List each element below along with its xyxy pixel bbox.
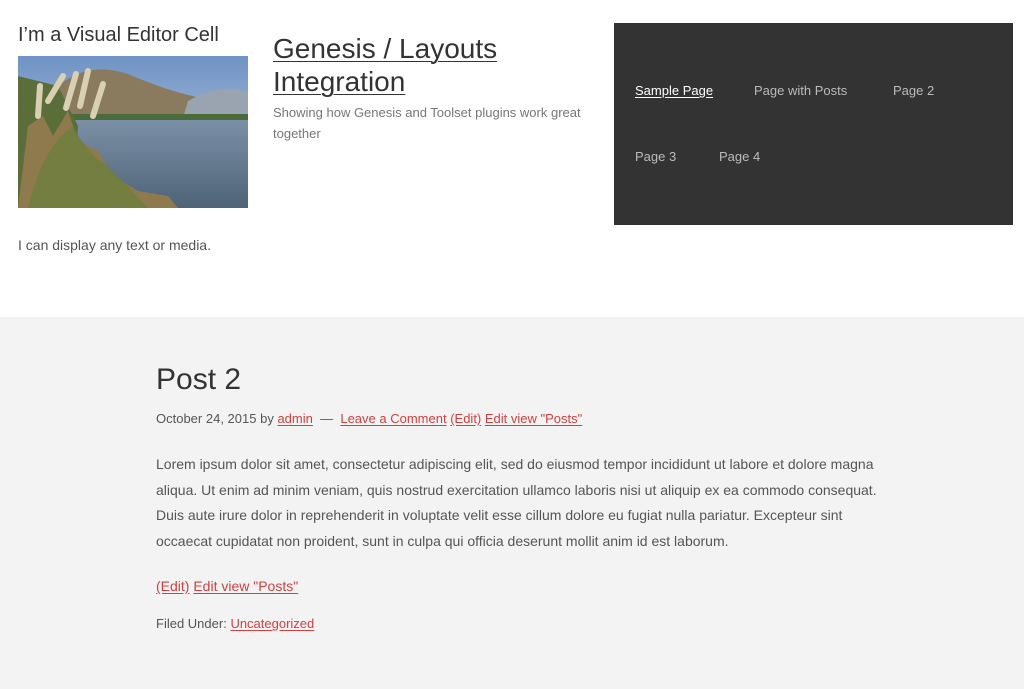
post-footer: Filed Under: Uncategorized bbox=[156, 616, 886, 631]
landscape-image bbox=[18, 56, 248, 208]
bottom-edit-view-posts-link[interactable]: Edit view "Posts" bbox=[193, 578, 298, 594]
site-description: Showing how Genesis and Toolset plugins … bbox=[273, 105, 581, 141]
nav-item-page-2[interactable]: Page 2 bbox=[893, 83, 934, 98]
post-date: October 24, 2015 bbox=[156, 411, 257, 426]
content-area: Post 2 October 24, 2015 by admin — Leave… bbox=[0, 317, 1024, 689]
site-branding: Genesis / Layouts Integration Showing ho… bbox=[273, 32, 603, 144]
leave-comment-link[interactable]: Leave a Comment bbox=[340, 411, 446, 426]
post-author-link[interactable]: admin bbox=[277, 411, 312, 426]
site-header: I’m a Visual Editor Cell I can display a… bbox=[0, 0, 1024, 317]
nav-item-page-with-posts[interactable]: Page with Posts bbox=[754, 83, 847, 98]
visual-editor-cell: I’m a Visual Editor Cell I can display a… bbox=[18, 22, 258, 253]
post-content: Lorem ipsum dolor sit amet, consectetur … bbox=[156, 456, 877, 549]
nav-item-sample-page[interactable]: Sample Page bbox=[635, 83, 713, 98]
category-link[interactable]: Uncategorized bbox=[230, 616, 314, 631]
visual-cell-title: I’m a Visual Editor Cell bbox=[18, 24, 219, 46]
bottom-edit-post-link[interactable]: (Edit) bbox=[156, 578, 189, 594]
edit-view-posts-link[interactable]: Edit view "Posts" bbox=[485, 411, 582, 426]
filed-under-label: Filed Under: bbox=[156, 616, 227, 631]
nav-item-page-3[interactable]: Page 3 bbox=[635, 149, 676, 164]
post-edit-links: (Edit) Edit view "Posts" bbox=[156, 578, 886, 594]
nav-item-page-4[interactable]: Page 4 bbox=[719, 149, 760, 164]
edit-post-link[interactable]: (Edit) bbox=[450, 411, 481, 426]
post-by-label: by bbox=[260, 411, 274, 426]
post-meta: October 24, 2015 by admin — Leave a Comm… bbox=[156, 411, 886, 426]
visual-cell-text: I can display any text or media. bbox=[18, 237, 211, 253]
primary-navigation: Sample Page Page with Posts Page 2 Page … bbox=[614, 23, 1013, 225]
meta-separator: — bbox=[320, 411, 334, 426]
post-title: Post 2 bbox=[156, 363, 242, 396]
site-title-link[interactable]: Genesis / Layouts Integration bbox=[273, 32, 603, 98]
post-entry: Post 2 October 24, 2015 by admin — Leave… bbox=[156, 361, 886, 631]
